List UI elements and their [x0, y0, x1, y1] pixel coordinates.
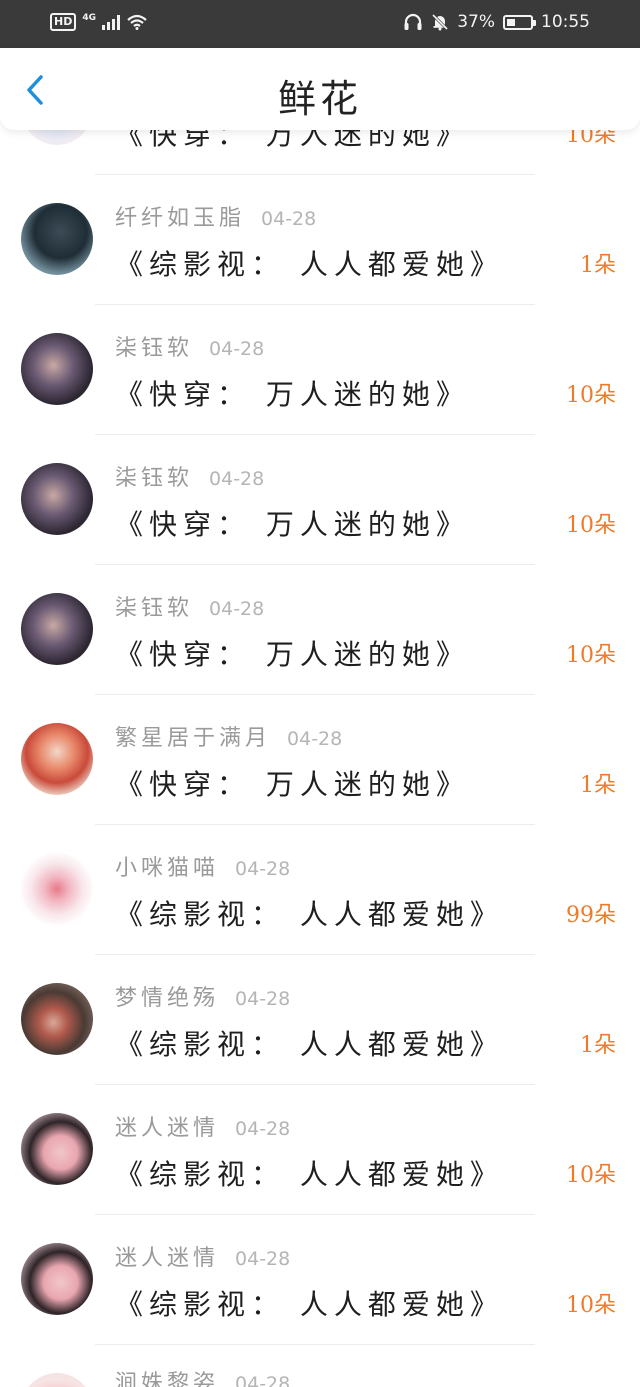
network-type: 4G [82, 13, 96, 23]
post-date: 04-28 [235, 1118, 291, 1140]
book-title[interactable]: 《综影视： 人人都爱她》 [115, 1153, 504, 1193]
user-name-text[interactable]: 梦情绝殇 [115, 986, 219, 1011]
status-right: 37% 10:55 [403, 12, 590, 32]
list-item[interactable]: 涧姝黎姿 04-28 [0, 1345, 640, 1387]
post-date: 04-28 [209, 598, 265, 620]
list-item[interactable]: 柒钰软 04-28 《快穿： 万人迷的她》 10朵 [0, 435, 640, 565]
avatar[interactable] [21, 1243, 93, 1315]
flower-count: 1朵 [580, 253, 616, 278]
list-item[interactable]: 纤纤如玉脂 04-28 《综影视： 人人都爱她》 1朵 [0, 175, 640, 305]
avatar[interactable] [21, 983, 93, 1055]
list-item[interactable]: 柒钰软 04-28 《快穿： 万人迷的她》 10朵 [0, 305, 640, 435]
avatar[interactable] [21, 1113, 93, 1185]
headphone-icon [403, 13, 423, 31]
flower-count: 10朵 [566, 1163, 616, 1188]
flower-count: 10朵 [566, 1293, 616, 1318]
user-name[interactable]: 柒钰软 04-28 [115, 460, 264, 492]
list-item[interactable]: 繁星居于满月 04-28 《快穿： 万人迷的她》 1朵 [0, 695, 640, 825]
post-date: 04-28 [209, 468, 265, 490]
avatar[interactable] [21, 723, 93, 795]
user-name[interactable]: 迷人迷情 04-28 [115, 1110, 290, 1142]
user-name[interactable]: 小咪猫喵 04-28 [115, 850, 290, 882]
list-item[interactable]: 梦情绝殇 04-28 《综影视： 人人都爱她》 1朵 [0, 955, 640, 1085]
nav-header: 鲜花 [0, 48, 640, 130]
avatar[interactable] [21, 1373, 93, 1387]
avatar[interactable] [21, 593, 93, 665]
user-name[interactable]: 纤纤如玉脂 04-28 [115, 200, 316, 232]
list-item[interactable]: 迷人迷情 04-28 《综影视： 人人都爱她》 10朵 [0, 1085, 640, 1215]
list-item[interactable]: 小咪猫喵 04-28 《综影视： 人人都爱她》 99朵 [0, 825, 640, 955]
user-name-text[interactable]: 柒钰软 [115, 466, 193, 491]
flower-count: 99朵 [566, 903, 616, 928]
avatar[interactable] [21, 853, 93, 925]
user-name-text[interactable]: 迷人迷情 [115, 1246, 219, 1271]
signal-icon [102, 14, 120, 30]
battery-percent: 37% [457, 12, 495, 32]
user-name[interactable]: 迷人迷情 04-28 [115, 1240, 290, 1272]
hd-badge: HD [50, 13, 77, 31]
user-name[interactable]: 繁星居于满月 04-28 [115, 720, 342, 752]
flower-count: 10朵 [566, 643, 616, 668]
flower-count: 1朵 [580, 1033, 616, 1058]
status-left: HD 4G [50, 13, 148, 31]
user-name[interactable]: 涧姝黎姿 04-28 [115, 1365, 290, 1387]
flower-count: 10朵 [566, 383, 616, 408]
avatar[interactable] [21, 203, 93, 275]
post-date: 04-28 [235, 1248, 291, 1270]
avatar[interactable] [21, 333, 93, 405]
user-name-text[interactable]: 小咪猫喵 [115, 856, 219, 881]
battery-icon [503, 14, 536, 30]
flower-count: 1朵 [580, 773, 616, 798]
user-name[interactable]: 柒钰软 04-28 [115, 330, 264, 362]
avatar[interactable] [21, 463, 93, 535]
book-title[interactable]: 《快穿： 万人迷的她》 [115, 373, 470, 413]
mute-bell-icon [431, 13, 449, 31]
user-name-text[interactable]: 柒钰软 [115, 336, 193, 361]
post-date: 04-28 [235, 988, 291, 1010]
user-name[interactable]: 梦情绝殇 04-28 [115, 980, 290, 1012]
clock: 10:55 [541, 12, 590, 32]
post-date: 04-28 [287, 728, 343, 750]
post-date: 04-28 [261, 208, 317, 230]
post-date: 04-28 [235, 1373, 291, 1387]
user-name-text[interactable]: 柒钰软 [115, 596, 193, 621]
flower-count: 10朵 [566, 513, 616, 538]
list-item[interactable]: 迷人迷情 04-28 《综影视： 人人都爱她》 10朵 [0, 1215, 640, 1345]
book-title[interactable]: 《快穿： 万人迷的她》 [115, 633, 470, 673]
book-title[interactable]: 《综影视： 人人都爱她》 [115, 893, 504, 933]
user-name-text[interactable]: 涧姝黎姿 [115, 1371, 219, 1387]
book-title[interactable]: 《综影视： 人人都爱她》 [115, 1023, 504, 1063]
battery-fill [507, 18, 515, 26]
user-name-text[interactable]: 纤纤如玉脂 [115, 206, 245, 231]
user-name[interactable]: 柒钰软 04-28 [115, 590, 264, 622]
post-date: 04-28 [209, 338, 265, 360]
wifi-icon [126, 14, 148, 30]
post-date: 04-28 [235, 858, 291, 880]
book-title[interactable]: 《快穿： 万人迷的她》 [115, 763, 470, 803]
book-title[interactable]: 《综影视： 人人都爱她》 [115, 243, 504, 283]
book-title[interactable]: 《综影视： 人人都爱她》 [115, 1283, 504, 1323]
user-name-text[interactable]: 繁星居于满月 [115, 726, 271, 751]
user-name-text[interactable]: 迷人迷情 [115, 1116, 219, 1141]
page-title: 鲜花 [277, 77, 362, 121]
status-bar: HD 4G 37% 10:55 [0, 0, 640, 48]
list-item[interactable]: 柒钰软 04-28 《快穿： 万人迷的她》 10朵 [0, 565, 640, 695]
book-title[interactable]: 《快穿： 万人迷的她》 [115, 503, 470, 543]
